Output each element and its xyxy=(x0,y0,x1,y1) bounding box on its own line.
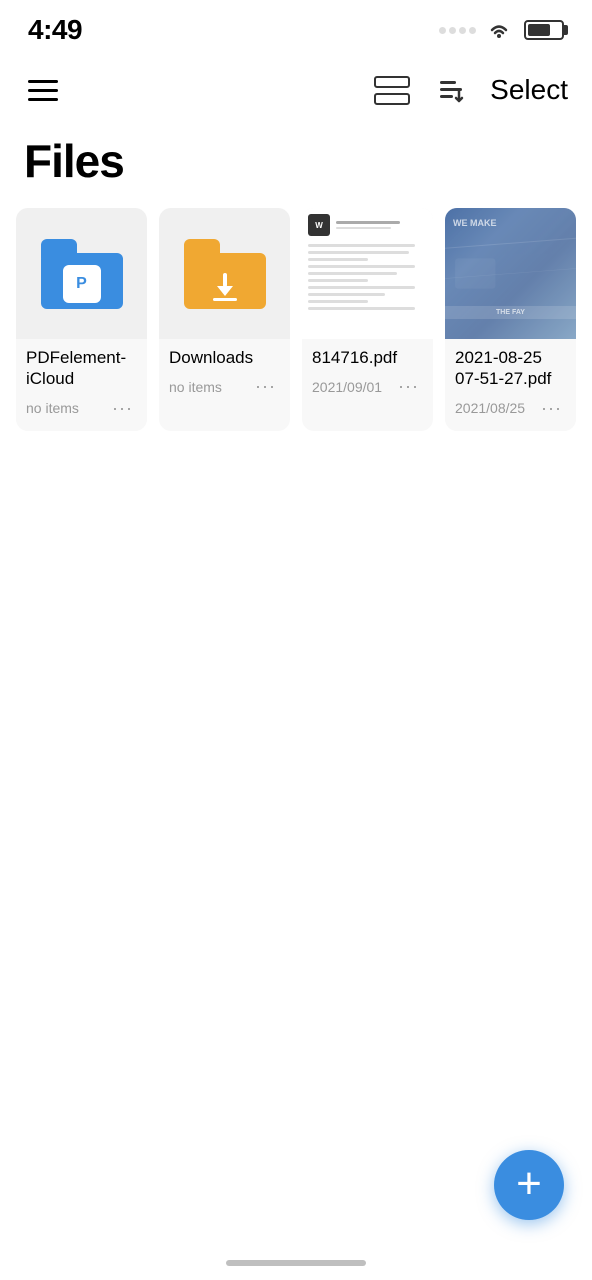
file-info: PDFelement-iCloud no items ··· xyxy=(16,339,147,431)
file-thumbnail: W xyxy=(302,208,433,339)
file-name: PDFelement-iCloud xyxy=(26,347,137,390)
file-date: no items xyxy=(26,400,79,416)
file-name: 2021-08-25 07-51-27.pdf xyxy=(455,347,566,390)
image-thumbnail: WE MAKE THE FAY xyxy=(445,208,576,339)
file-meta: 2021/09/01 ··· xyxy=(312,374,423,399)
nav-bar: Select xyxy=(0,54,592,126)
file-name: 814716.pdf xyxy=(312,347,423,368)
file-date: no items xyxy=(169,379,222,395)
add-fab-button[interactable]: + xyxy=(494,1150,564,1220)
select-button[interactable]: Select xyxy=(490,70,568,110)
file-name: Downloads xyxy=(169,347,280,368)
pdf-document-preview: W xyxy=(302,208,433,339)
wifi-icon xyxy=(484,20,514,40)
pdf-letter: P xyxy=(76,275,87,293)
add-icon: + xyxy=(516,1162,542,1206)
file-item-pdfelement-icloud[interactable]: P PDFelement-iCloud no items ··· xyxy=(16,208,147,431)
more-button[interactable]: ··· xyxy=(394,374,423,399)
more-button[interactable]: ··· xyxy=(108,396,137,421)
folder-orange-icon xyxy=(184,239,266,309)
status-icons xyxy=(439,20,564,40)
file-info: 2021-08-25 07-51-27.pdf 2021/08/25 ··· xyxy=(445,339,576,431)
more-button[interactable]: ··· xyxy=(251,374,280,399)
folder-blue-icon: P xyxy=(41,239,123,309)
files-grid: P PDFelement-iCloud no items ··· xyxy=(0,208,592,431)
file-info: 814716.pdf 2021/09/01 ··· xyxy=(302,339,433,409)
file-item-2021-08-25-pdf[interactable]: WE MAKE THE FAY 2021 xyxy=(445,208,576,431)
file-item-downloads[interactable]: Downloads no items ··· xyxy=(159,208,290,431)
file-meta: no items ··· xyxy=(169,374,280,399)
file-thumbnail: P xyxy=(16,208,147,339)
file-thumbnail xyxy=(159,208,290,339)
page-title: Files xyxy=(0,126,592,208)
sort-icon[interactable] xyxy=(434,73,470,107)
file-meta: no items ··· xyxy=(26,396,137,421)
file-item-814716-pdf[interactable]: W 814716.pdf xyxy=(302,208,433,431)
file-info: Downloads no items ··· xyxy=(159,339,290,409)
view-toggle-icon[interactable] xyxy=(374,73,414,107)
file-meta: 2021/08/25 ··· xyxy=(455,396,566,421)
menu-icon[interactable] xyxy=(24,76,62,105)
more-button[interactable]: ··· xyxy=(537,396,566,421)
file-date: 2021/08/25 xyxy=(455,400,525,416)
status-time: 4:49 xyxy=(28,14,82,46)
download-arrow-icon xyxy=(211,273,239,301)
status-bar: 4:49 xyxy=(0,0,592,54)
file-thumbnail: WE MAKE THE FAY xyxy=(445,208,576,339)
battery-icon xyxy=(524,20,564,40)
file-date: 2021/09/01 xyxy=(312,379,382,395)
signal-dots-icon xyxy=(439,27,476,34)
home-indicator xyxy=(226,1260,366,1266)
nav-right: Select xyxy=(374,70,568,110)
